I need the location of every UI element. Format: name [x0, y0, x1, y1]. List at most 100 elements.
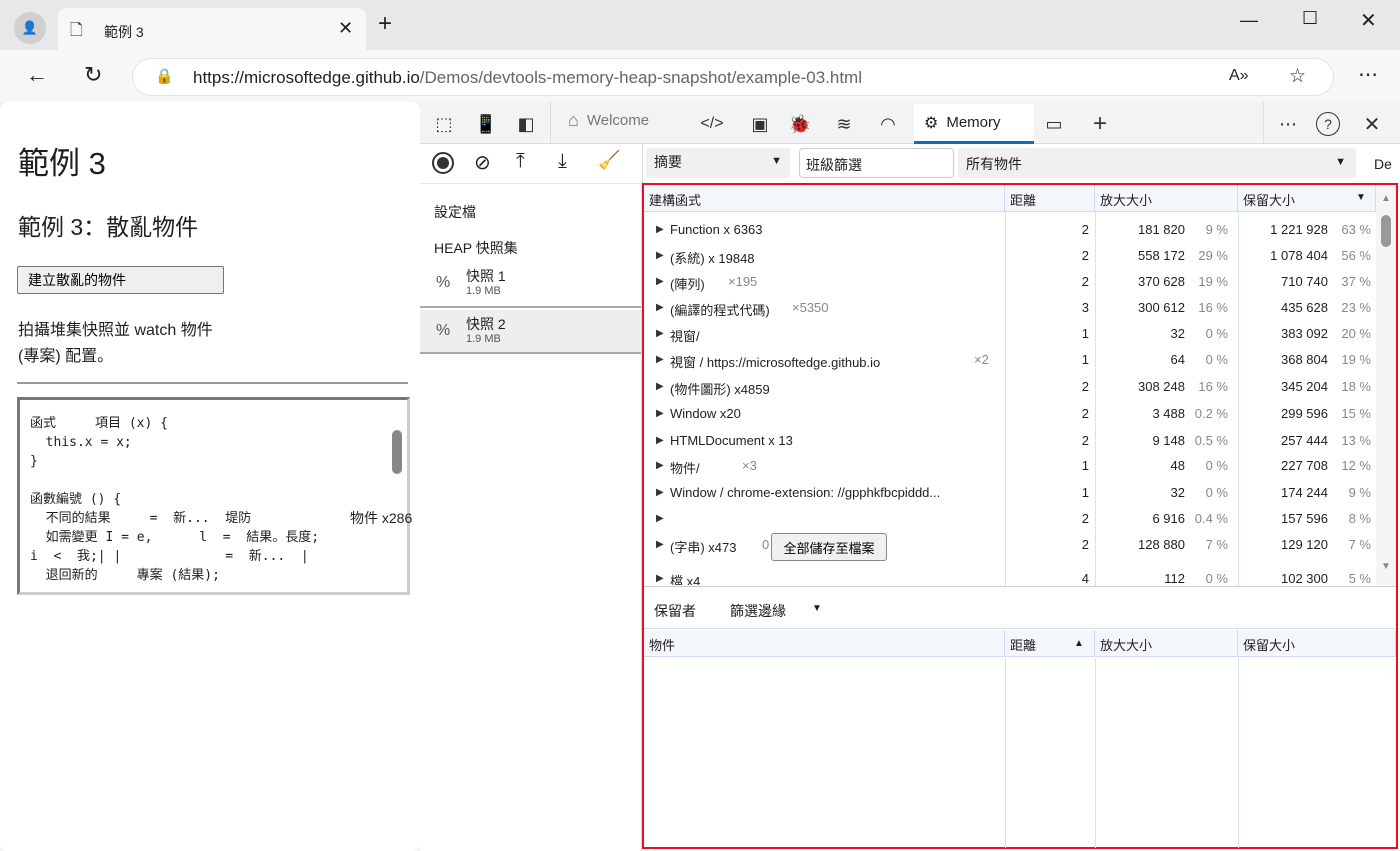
expand-triangle-icon[interactable]: ▶ [656, 460, 664, 471]
performance-icon[interactable]: ◠ [874, 110, 902, 138]
read-aloud-icon[interactable]: A» [1229, 67, 1249, 85]
shallow-size: 300 612 [1138, 300, 1185, 315]
inspect-icon[interactable]: ⬚ [430, 110, 458, 138]
expand-triangle-icon[interactable]: ▶ [656, 224, 664, 235]
code-line: i < 我;| | = 新... | [30, 549, 309, 564]
expand-triangle-icon[interactable]: ▶ [656, 328, 664, 339]
table-row[interactable]: ▶ (字串) x473 0 2 128 880 7 % 129 120 7 % [644, 532, 1374, 558]
devtools-toolbar: ⬚ 📱 ◧ ⌂ Welcome </> ▣ 🐞 ≋ ◠ ⚙ Memory ▭ + ⋯… [420, 102, 1400, 144]
back-icon[interactable]: ← [26, 62, 48, 88]
sources-bug-icon[interactable]: 🐞 [786, 110, 814, 138]
table-row[interactable]: ▶ (系統) x 19848 2 558 172 29 % 1 078 404 56 % [644, 243, 1374, 269]
add-tab-icon[interactable]: + [1086, 110, 1114, 138]
table-row[interactable]: ▶ (編譯的程式代碼) ×5350 3 300 612 16 % 435 628 23 % [644, 295, 1374, 321]
tab-memory[interactable]: ⚙ Memory [914, 104, 1034, 144]
class-filter-input[interactable]: 班級篩選 [799, 148, 954, 178]
collect-garbage-icon[interactable]: 🧹 [598, 150, 620, 171]
minimize-icon[interactable]: — [1240, 10, 1258, 31]
objects-select[interactable]: 所有物件 ▼ [958, 148, 1356, 178]
shallow-size: 128 880 [1138, 537, 1185, 552]
new-tab-icon[interactable]: + [378, 10, 392, 38]
browser-tab[interactable]: 🗋 範例 3 ✕ [58, 8, 366, 50]
retained-size: 710 740 [1281, 274, 1328, 289]
memory-toolbar: ⊘ ⤒ ⤓ 🧹 摘要 ▼ 班級篩選 所有物件 ▼ De [420, 144, 1400, 184]
constructor-name: 視窗/ [670, 329, 700, 344]
save-all-to-file-button[interactable]: 全部儲存至檔案 [771, 533, 887, 561]
expand-triangle-icon[interactable]: ▶ [656, 408, 664, 419]
table-row[interactable]: ▶ (物件圖形) x4859 2 308 248 16 % 345 204 18 % [644, 374, 1374, 400]
table-row[interactable]: ▶ Window / chrome-extension: //gpphkfbcpi… [644, 480, 1374, 506]
table-row[interactable]: ▶ Window x20 2 3 488 0.2 % 299 596 15 % [644, 401, 1374, 427]
close-devtools-icon[interactable]: ✕ [1358, 110, 1386, 138]
close-tab-icon[interactable]: ✕ [338, 18, 353, 39]
help-icon[interactable]: ? [1316, 112, 1340, 136]
view-select[interactable]: 摘要 ▼ [646, 148, 790, 178]
chevron-down-icon[interactable]: ▼ [812, 603, 822, 614]
tab-welcome[interactable]: ⌂ Welcome [568, 110, 649, 131]
table-row[interactable]: ▶ (陣列) ×195 2 370 628 19 % 710 740 37 % [644, 269, 1374, 295]
column-header-constructor[interactable]: 建構函式 [644, 185, 1005, 212]
expand-triangle-icon[interactable]: ▶ [656, 276, 664, 287]
shallow-size: 558 172 [1138, 248, 1185, 263]
object-count: ×5350 [792, 300, 829, 315]
profile-avatar[interactable]: 👤 [14, 12, 46, 44]
record-icon[interactable] [432, 152, 454, 174]
network-icon[interactable]: ≋ [830, 110, 858, 138]
table-row[interactable]: ▶ 物件/ ×3 1 48 0 % 227 708 12 % [644, 453, 1374, 479]
filter-edges-select[interactable]: 篩選邊緣 [730, 601, 786, 621]
retained-percent: 8 % [1348, 511, 1371, 526]
retainers-tab[interactable]: 保留者 [654, 601, 696, 621]
profiles-heading: 設定檔 [434, 204, 476, 220]
table-scrollbar[interactable]: ▲ ▼ [1376, 185, 1396, 585]
expand-triangle-icon[interactable]: ▶ [656, 354, 664, 365]
application-icon[interactable]: ▭ [1040, 110, 1068, 138]
clear-icon[interactable]: ⊘ [474, 150, 491, 175]
download-icon[interactable]: ⤓ [558, 150, 567, 173]
more-icon[interactable]: ⋯ [1358, 62, 1378, 87]
chevron-down-icon: ▼ [1335, 156, 1346, 168]
maximize-icon[interactable]: ☐ [1302, 8, 1318, 29]
expand-triangle-icon[interactable]: ▶ [656, 250, 664, 261]
create-objects-button[interactable]: 建立散亂的物件 [17, 266, 224, 294]
table-row[interactable]: ▶ Function x 6363 2 181 820 9 % 1 221 928 63 % [644, 217, 1374, 243]
scrollbar-thumb[interactable] [1381, 215, 1391, 247]
expand-triangle-icon[interactable]: ▶ [656, 487, 664, 498]
expand-triangle-icon[interactable]: ▶ [656, 539, 664, 550]
code-textarea[interactable]: 函式 項目 (x) { this.x = x; } 函數編號 () { 不同的結… [17, 397, 410, 595]
expand-triangle-icon[interactable]: ▶ [656, 513, 664, 524]
expand-triangle-icon[interactable]: ▶ [656, 381, 664, 392]
expand-triangle-icon[interactable]: ▶ [656, 435, 664, 446]
shallow-percent: 0.5 % [1194, 433, 1228, 448]
distance: 2 [1081, 406, 1089, 421]
retained-percent: 13 % [1341, 433, 1371, 448]
dock-icon[interactable]: ◧ [512, 110, 540, 138]
address-bar[interactable]: 🔒 https://microsoftedge.github.io/Demos/… [132, 58, 1334, 96]
expand-triangle-icon[interactable]: ▶ [656, 302, 664, 313]
snapshot-item[interactable]: % 快照 1 1.9 MB [420, 260, 641, 308]
device-emulation-icon[interactable]: 📱 [472, 110, 500, 138]
table-row[interactable]: ▶ 視窗 / https://microsoftedge.github.io ×2 1… [644, 347, 1374, 373]
table-row[interactable]: ▶ 檔 x4 4 112 0 % 102 300 5 % [644, 566, 1374, 585]
console-icon[interactable]: ▣ [746, 110, 774, 138]
table-row[interactable]: ▶ HTMLDocument x 13 2 9 148 0.5 % 257 444 13 % [644, 428, 1374, 454]
code-line: 函數編號 () { [30, 492, 122, 507]
retainers-column-retained-size[interactable]: 保留大小 [1238, 630, 1396, 657]
retainers-column-shallow-size[interactable]: 放大大小 [1095, 630, 1238, 657]
upload-icon[interactable]: ⤒ [516, 150, 525, 173]
column-header-shallow-size[interactable]: 放大大小 [1095, 185, 1238, 212]
refresh-icon[interactable]: ↻ [84, 62, 102, 88]
retainers-column-object[interactable]: 物件 [644, 630, 1005, 657]
snapshot-item-selected[interactable]: % 快照 2 1.9 MB [420, 310, 641, 354]
expand-triangle-icon[interactable]: ▶ [656, 573, 664, 584]
more-options-icon[interactable]: ⋯ [1274, 110, 1302, 138]
table-row[interactable]: ▶ 2 6 916 0.4 % 157 596 8 % [644, 506, 1374, 532]
close-window-icon[interactable]: ✕ [1360, 8, 1377, 33]
retained-size: 368 804 [1281, 352, 1328, 367]
table-row[interactable]: ▶ 視窗/1 32 0 % 383 092 20 % [644, 321, 1374, 347]
favorite-icon[interactable]: ☆ [1289, 65, 1306, 88]
column-header-distance[interactable]: 距離 [1005, 185, 1095, 212]
elements-icon[interactable]: </> [698, 110, 726, 138]
code-scrollbar[interactable] [389, 400, 405, 592]
snapshot-file-icon: % [436, 274, 451, 291]
retainers-toolbar: 保留者 篩選邊緣 ▼ [644, 586, 1396, 629]
